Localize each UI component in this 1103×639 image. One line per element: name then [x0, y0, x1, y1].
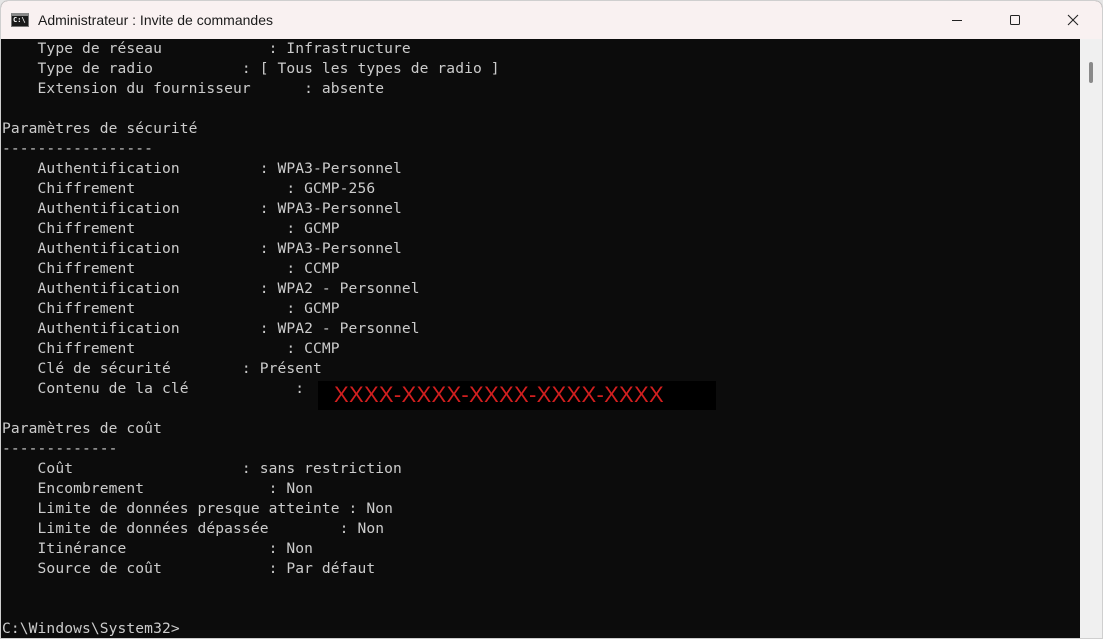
console-line: Authentification : WPA2 - Personnel: [2, 320, 420, 337]
redacted-key-overlay: XXXX-XXXX-XXXX-XXXX-XXXX: [318, 381, 716, 410]
console-line: Type de radio : [ Tous les types de radi…: [2, 60, 500, 77]
console-line: Authentification : WPA3-Personnel: [2, 240, 402, 257]
window-controls: [928, 1, 1102, 39]
console-line: Chiffrement : GCMP: [2, 300, 340, 317]
console-line: -----------------: [2, 140, 154, 157]
console-line: Chiffrement : CCMP: [2, 260, 340, 277]
console-line: Coût : sans restriction: [2, 460, 402, 477]
console-line: Chiffrement : CCMP: [2, 340, 340, 357]
close-button[interactable]: [1044, 1, 1102, 39]
cmd-icon: C:\: [11, 13, 29, 27]
console-line: Limite de données presque atteinte : Non: [2, 500, 393, 517]
cmd-window: C:\ Administrateur : Invite de commandes…: [0, 0, 1103, 639]
console-line: Extension du fournisseur : absente: [2, 80, 385, 97]
maximize-icon: [1010, 15, 1020, 25]
console-line: -------------: [2, 440, 118, 457]
console-line: Authentification : WPA3-Personnel: [2, 160, 402, 177]
command-prompt: C:\Windows\System32>: [2, 620, 180, 637]
console-lines: Type de réseau : Infrastructure Type de …: [2, 39, 500, 638]
console-line: Paramètres de coût: [2, 420, 162, 437]
vertical-scrollbar[interactable]: [1080, 39, 1102, 638]
close-icon: [1067, 14, 1079, 26]
console-line: Authentification : WPA3-Personnel: [2, 200, 402, 217]
console-line: Clé de sécurité : Présent: [2, 360, 322, 377]
console-output[interactable]: Type de réseau : Infrastructure Type de …: [1, 39, 1082, 638]
minimize-icon: [952, 20, 962, 21]
console-line: Itinérance : Non: [2, 540, 314, 557]
minimize-button[interactable]: [928, 1, 986, 39]
console-line: Paramètres de sécurité: [2, 120, 198, 137]
console-line: Type de réseau : Infrastructure: [2, 40, 411, 57]
redacted-key-text: XXXX-XXXX-XXXX-XXXX-XXXX: [334, 382, 664, 407]
console-line: Authentification : WPA2 - Personnel: [2, 280, 420, 297]
console-line: Chiffrement : GCMP: [2, 220, 340, 237]
console-line: Chiffrement : GCMP-256: [2, 180, 376, 197]
window-title: Administrateur : Invite de commandes: [38, 12, 273, 28]
maximize-button[interactable]: [986, 1, 1044, 39]
scrollbar-thumb[interactable]: [1089, 62, 1093, 83]
console-line: Source de coût : Par défaut: [2, 560, 376, 577]
console-line: Limite de données dépassée : Non: [2, 520, 385, 537]
title-bar[interactable]: C:\ Administrateur : Invite de commandes: [1, 1, 1102, 39]
console-line: Encombrement : Non: [2, 480, 314, 497]
